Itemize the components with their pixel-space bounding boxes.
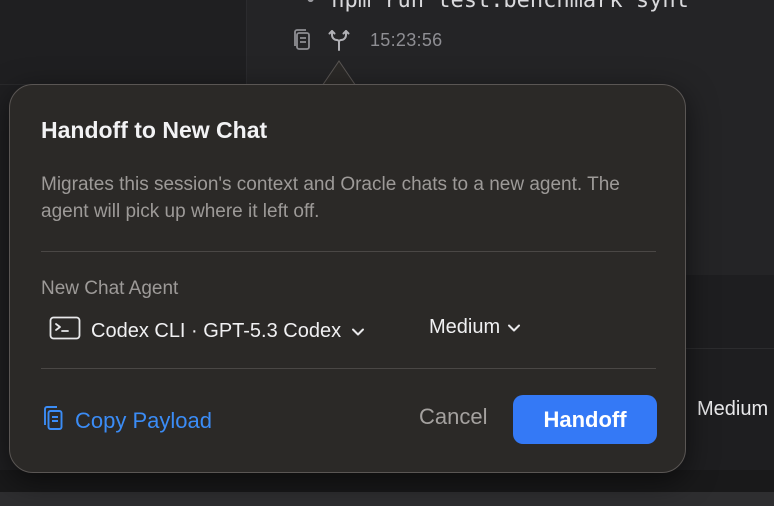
popover-title: Handoff to New Chat (41, 117, 268, 143)
copy-document-icon (41, 404, 65, 438)
popover-description: Migrates this session's context and Orac… (41, 174, 620, 222)
section-label: New Chat Agent (41, 278, 179, 299)
effort-select[interactable]: Medium (429, 316, 521, 339)
message-timestamp: 15:23:56 (370, 29, 443, 50)
cancel-button[interactable]: Cancel (419, 404, 487, 430)
handoff-button[interactable]: Handoff (513, 395, 657, 444)
terminal-icon (49, 316, 81, 346)
divider (41, 368, 656, 369)
code-line: • npm run test:benchmark synt (304, 0, 689, 13)
handoff-popover: Handoff to New Chat Migrates this sessio… (9, 84, 686, 473)
copy-icon[interactable] (290, 27, 314, 53)
handoff-branch-icon[interactable] (328, 28, 350, 52)
agent-select[interactable]: Codex CLI · GPT-5.3 Codex (49, 316, 365, 346)
divider (41, 251, 656, 252)
chevron-down-icon (507, 316, 521, 339)
app-window: • npm run test:benchmark synt 15:23:56 Me… (0, 0, 774, 506)
bottom-bar (0, 470, 774, 506)
background-effort-label: Medium (697, 398, 769, 420)
popover-arrow (322, 60, 356, 86)
copy-payload-button[interactable]: Copy Payload (41, 404, 212, 438)
copy-payload-label: Copy Payload (75, 408, 212, 433)
effort-select-value: Medium (429, 316, 501, 338)
chevron-down-icon (351, 320, 365, 343)
message-meta: 15:23:56 (290, 27, 442, 53)
agent-select-value: Codex CLI · GPT-5.3 Codex (91, 319, 342, 342)
